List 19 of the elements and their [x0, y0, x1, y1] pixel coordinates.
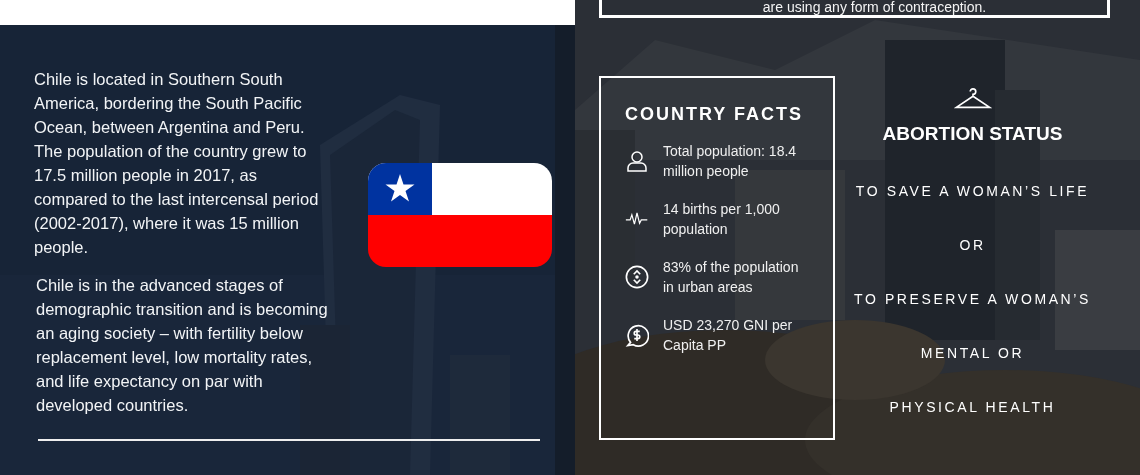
fact-text: 14 births per 1,000 population [663, 200, 781, 239]
intro-paragraph: Chile is located in Southern South America, bordering the South Pacific Ocean, between Argentina and Peru. The population of the country grew to 17.5 million people in 2017, as compared to the last intercensal period (2002-2017), where it was 15 million people. [34, 69, 320, 258]
status-line: TO PRESERVE A WOMAN’S [854, 291, 1091, 308]
person-icon [625, 149, 649, 173]
note-text: are using any form of contraception. [761, 0, 987, 14]
status-title: ABORTION STATUS [882, 123, 1063, 145]
fact-text: 83% of the population in urban areas [663, 258, 800, 297]
intro-paragraph: Chile is in the advanced stages of demographic transition and is becoming an aging society – with fertility below replacement level, low mortality rates, and life expectancy on par with developed countries. [36, 275, 329, 416]
fact-text: Total population: 18.4 million people [663, 142, 798, 181]
hanger-icon [953, 87, 992, 111]
status-line: MENTAL OR [920, 345, 1025, 362]
status-line: PHYSICAL HEALTH [889, 399, 1056, 416]
fact-text: USD 23,270 GNI per Capita PP [663, 316, 794, 355]
arrows-icon [625, 265, 649, 289]
flag-icon [368, 163, 552, 267]
status-line: OR [959, 237, 986, 254]
status-line: TO SAVE A WOMAN’S LIFE [855, 183, 1090, 200]
money-icon [625, 323, 649, 347]
facts-title: COUNTRY FACTS [625, 104, 804, 125]
